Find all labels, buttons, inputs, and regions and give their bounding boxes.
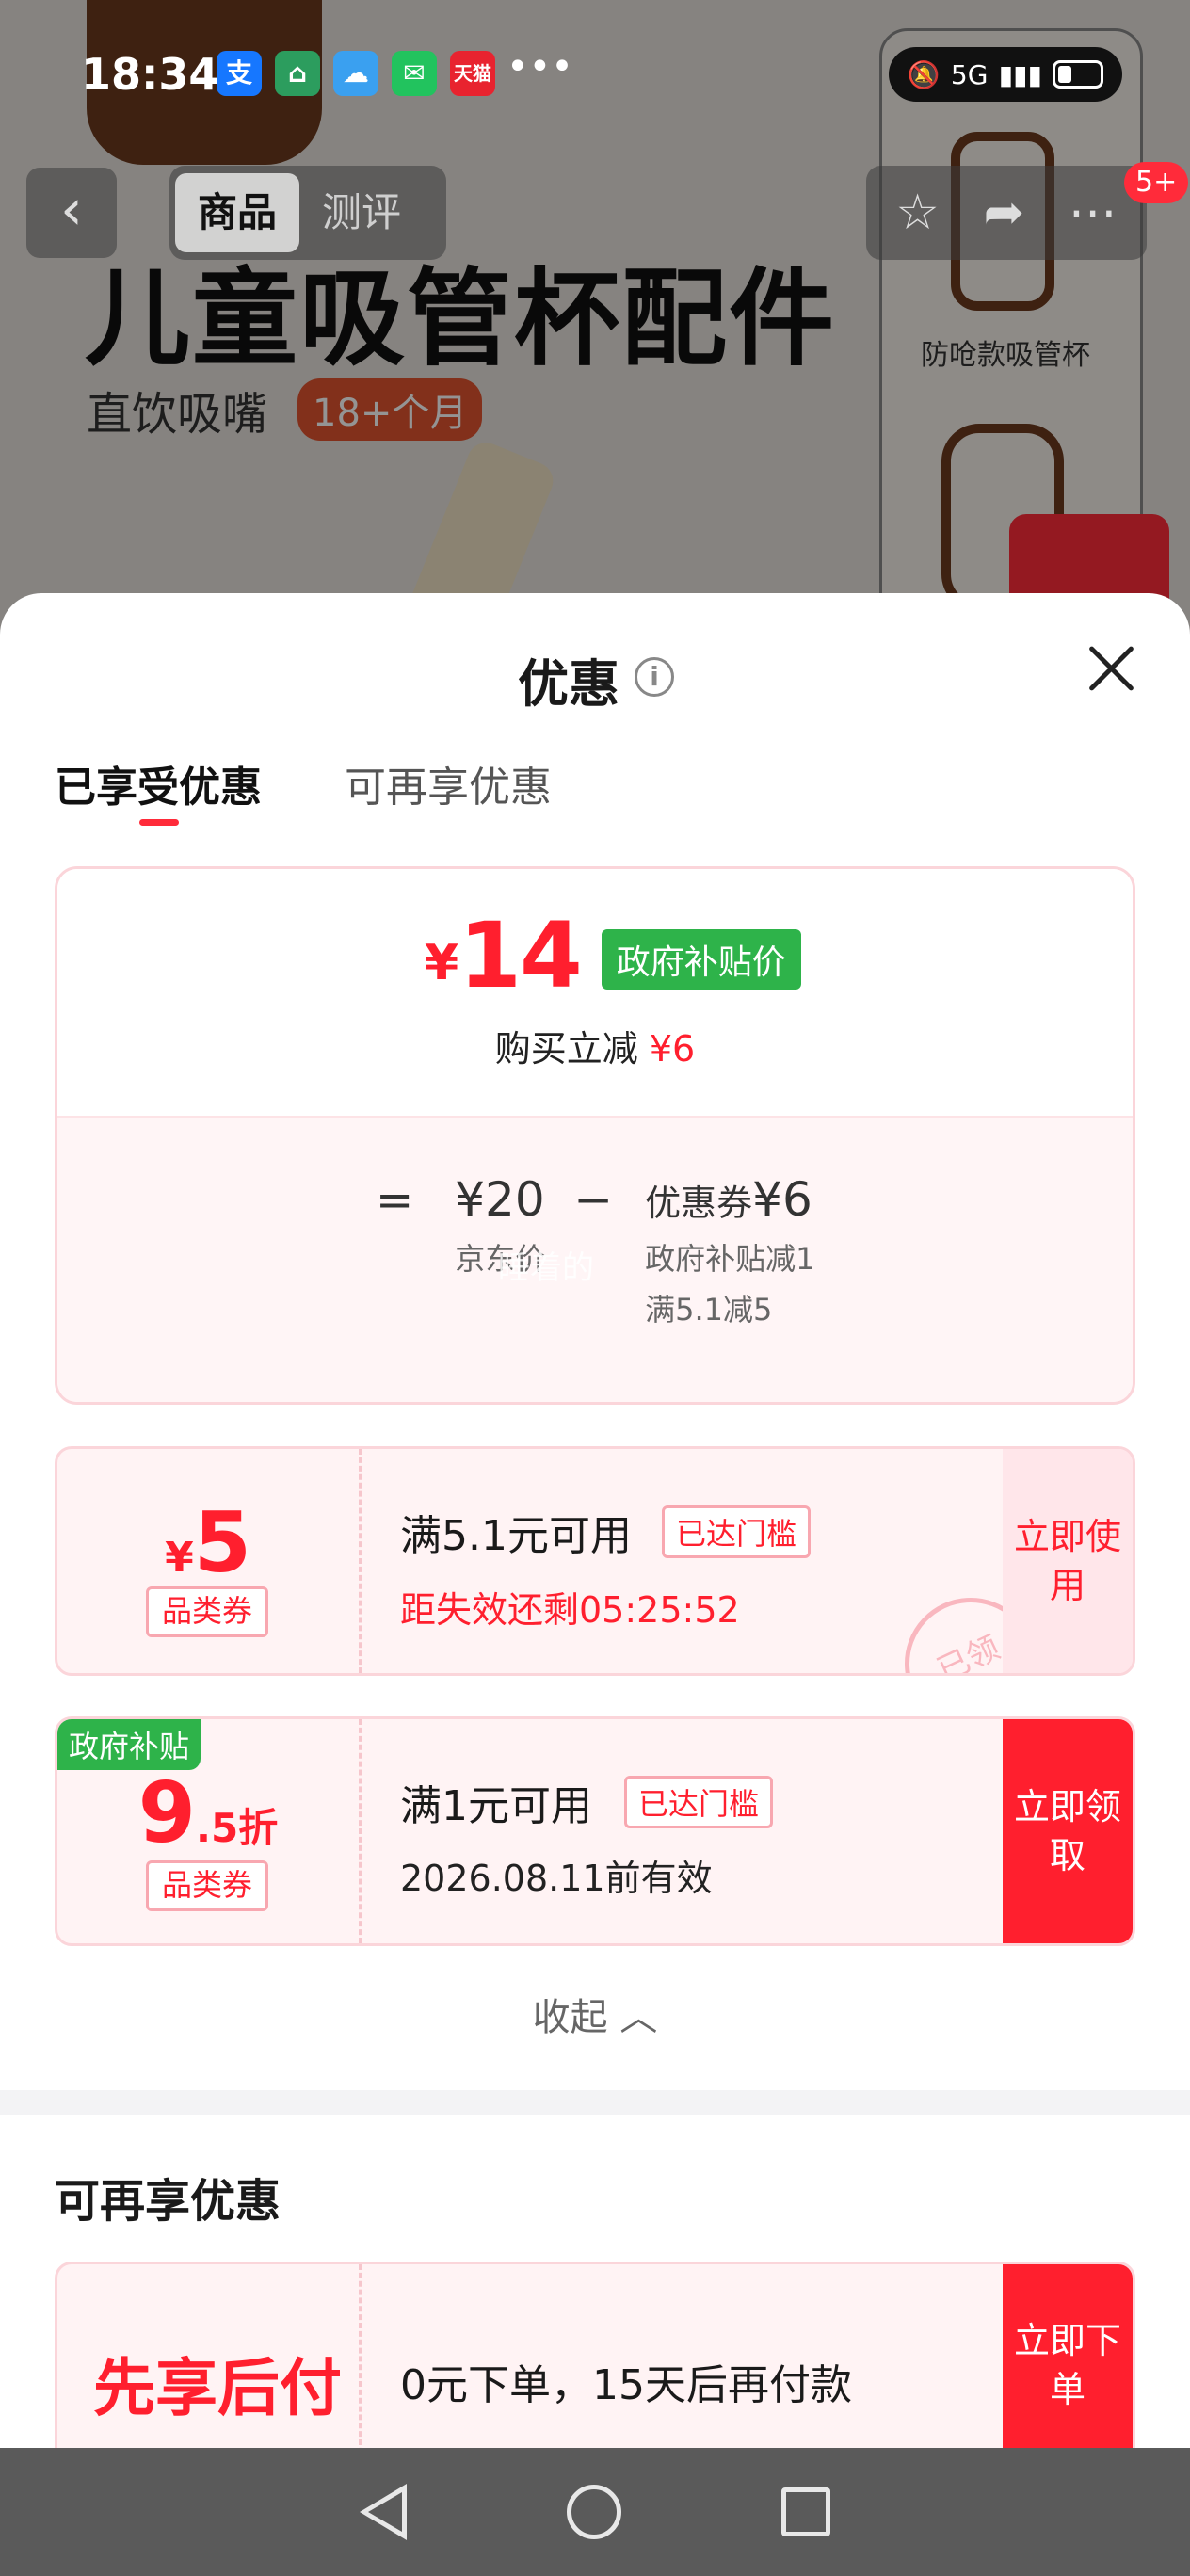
coupon-deduction-value: ¥6 xyxy=(752,1172,812,1227)
price-amount: 14 xyxy=(458,903,583,1008)
coupon-deduction: 优惠券¥6 xyxy=(645,1172,814,1227)
nav-home-icon[interactable] xyxy=(567,2485,621,2539)
more-icon[interactable]: ⋯ xyxy=(1069,185,1118,241)
instant-discount: 购买立减 ¥6 xyxy=(57,1020,1133,1071)
discount-value: 9 xyxy=(137,1764,197,1861)
coupon-currency: ¥ xyxy=(165,1534,194,1582)
product-tabs: 商品 测评 xyxy=(169,166,446,260)
discount-suffix: .5折 xyxy=(196,1805,279,1851)
coupon-deduction-col: 优惠券¥6 政府补贴减1 满5.1减5 xyxy=(645,1172,814,1328)
network-type: 5G xyxy=(950,58,989,90)
alipay-icon: 支 xyxy=(217,51,262,96)
cart-badge: 5+ xyxy=(1124,162,1189,203)
gov-subsidy-tag: 政府补贴价 xyxy=(601,929,801,990)
coupon-threshold: 满5.1元可用 xyxy=(400,1512,632,1560)
gov-subsidy-corner: 政府补贴 xyxy=(57,1719,201,1770)
threshold-reached-tag: 已达门槛 xyxy=(662,1505,812,1558)
status-right-indicators: 🔕 5G ▮▮▮ xyxy=(889,47,1122,102)
nav-back-icon[interactable] xyxy=(360,2484,407,2540)
price-breakdown-card: ¥ 14 政府补贴价 购买立减 ¥6 = ¥20 京东价 − 优惠券¥6 政府补… xyxy=(55,866,1135,1405)
status-more-icon: ••• xyxy=(507,45,573,89)
use-now-button[interactable]: 立即使用 xyxy=(1003,1449,1133,1673)
final-price-area: ¥ 14 政府补贴价 购买立减 ¥6 xyxy=(57,869,1133,1116)
coupon-card: ¥5 品类券 满5.1元可用 已达门槛 距失效还剩05:25:52 已领 立即使… xyxy=(55,1446,1135,1676)
coupon-countdown: 距失效还剩05:25:52 xyxy=(400,1589,740,1631)
coupon-category: 品类券 xyxy=(146,1586,268,1637)
coupon-divider xyxy=(359,1719,362,1943)
close-icon[interactable] xyxy=(1083,640,1139,697)
tmall-icon: 天猫 xyxy=(450,51,495,96)
tab-enjoyed-discounts[interactable]: 已享受优惠 xyxy=(55,753,262,826)
tab-more-discounts[interactable]: 可再享优惠 xyxy=(345,753,552,813)
section-separator xyxy=(0,2090,1190,2115)
threshold-reached-tag: 已达门槛 xyxy=(624,1776,774,1828)
info-icon[interactable]: i xyxy=(635,657,674,697)
home-app-icon: ⌂ xyxy=(275,51,320,96)
discount-sheet: 优惠 i 已享受优惠 可再享优惠 ¥ 14 政府补贴价 购买立减 ¥6 = ¥2… xyxy=(0,593,1190,2476)
status-app-icons: 支 ⌂ ☁ ✉ 天猫 xyxy=(217,51,495,96)
instant-discount-label: 购买立减 xyxy=(494,1028,650,1070)
coupon-desc-1: 政府补贴减1 xyxy=(645,1241,815,1277)
coupon-divider xyxy=(359,1449,362,1673)
pay-later-title: 先享后付 xyxy=(93,2352,342,2424)
coupon-validity: 2026.08.11前有效 xyxy=(400,1858,713,1899)
overlay-ghost-text: 睡着的 xyxy=(498,1249,594,1287)
original-price: ¥20 xyxy=(455,1172,545,1227)
section-title-more-discounts: 可再享优惠 xyxy=(55,2175,281,2228)
order-now-button[interactable]: 立即下单 xyxy=(1003,2264,1133,2466)
nav-recents-icon[interactable] xyxy=(781,2487,830,2536)
instant-discount-value: ¥6 xyxy=(649,1028,696,1070)
coupon-amount: ¥5 xyxy=(57,1494,359,1591)
coupon-deduction-label: 优惠券 xyxy=(645,1183,753,1224)
sheet-title: 优惠 xyxy=(518,654,619,714)
mute-icon: 🔕 xyxy=(907,58,941,90)
chevron-left-icon: ‹ xyxy=(60,177,83,243)
tab-review[interactable]: 测评 xyxy=(299,173,424,252)
claim-now-button[interactable]: 立即领取 xyxy=(1003,1719,1133,1943)
coupon-category: 品类券 xyxy=(146,1860,268,1911)
battery-icon xyxy=(1053,60,1104,89)
back-button[interactable]: ‹ xyxy=(26,168,117,258)
pay-later-desc: 0元下单，15天后再付款 xyxy=(400,2361,852,2409)
equals-sign: = xyxy=(376,1174,414,1227)
price-currency: ¥ xyxy=(425,935,459,991)
discount-tabs: 已享受优惠 可再享优惠 xyxy=(55,753,552,826)
minus-sign: − xyxy=(573,1172,614,1227)
status-bar: 18:34 支 ⌂ ☁ ✉ 天猫 ••• 🔕 5G ▮▮▮ xyxy=(0,45,1190,111)
price-calculation: = ¥20 京东价 − 优惠券¥6 政府补贴减1 满5.1减5 睡着的 xyxy=(57,1116,1133,1402)
share-icon[interactable]: ➦ xyxy=(984,185,1025,241)
calculation-row: = ¥20 京东价 − 优惠券¥6 政府补贴减1 满5.1减5 xyxy=(376,1172,815,1328)
coupon-amount: 9.5折 xyxy=(57,1764,359,1861)
weather-icon: ☁ xyxy=(333,51,378,96)
coupon-card: 政府补贴 9.5折 品类券 满1元可用 已达门槛 2026.08.11前有效 立… xyxy=(55,1716,1135,1946)
wechat-icon: ✉ xyxy=(392,51,437,96)
coupon-desc-2: 满5.1减5 xyxy=(645,1292,773,1328)
star-icon[interactable]: ☆ xyxy=(895,185,940,241)
pay-later-card: 先享后付 0元下单，15天后再付款 立即下单 xyxy=(55,2262,1135,2476)
status-time: 18:34 xyxy=(81,49,219,100)
tab-product[interactable]: 商品 xyxy=(175,173,300,252)
collapse-button[interactable]: 收起 ︿ xyxy=(0,1987,1190,2041)
signal-icon: ▮▮▮ xyxy=(998,58,1042,90)
coupon-divider xyxy=(359,2264,362,2476)
final-price: ¥ 14 政府补贴价 xyxy=(425,909,801,1003)
system-nav-bar xyxy=(0,2448,1190,2576)
coupon-threshold: 满1元可用 xyxy=(400,1782,592,1830)
top-actions: ☆ ➦ ⋯ xyxy=(866,166,1147,260)
coupon-value: 5 xyxy=(193,1494,251,1591)
